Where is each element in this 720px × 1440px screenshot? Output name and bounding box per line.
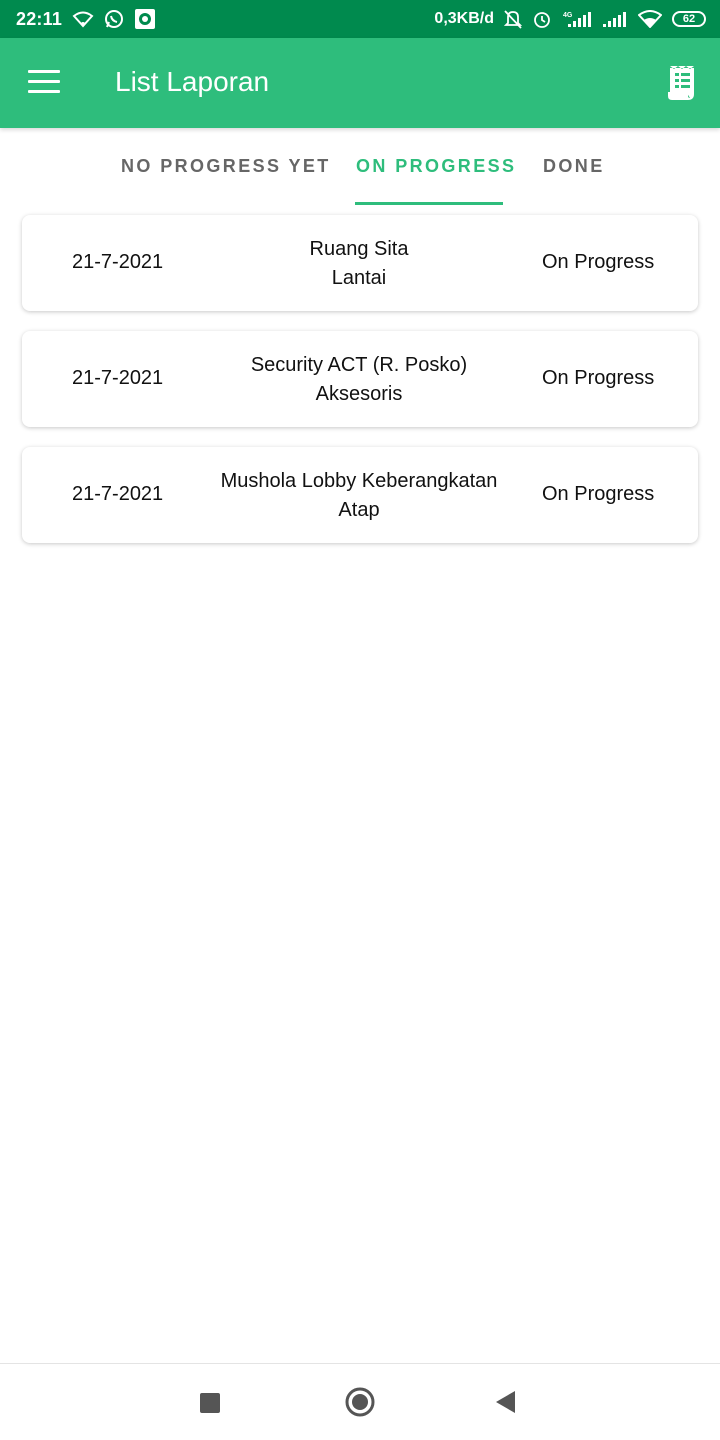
status-time: 22:11 <box>16 8 63 29</box>
signal-icon <box>602 10 628 28</box>
svg-text:4G: 4G <box>563 12 573 19</box>
report-status: On Progress <box>542 367 655 389</box>
wifi-icon <box>638 10 662 28</box>
signal-4g-icon: 4G <box>562 10 592 28</box>
tab-indicator <box>355 202 503 205</box>
alarm-icon <box>532 9 552 29</box>
tab-bar: NO PROGRESS YET ON PROGRESS DONE <box>0 128 720 206</box>
report-date: 21-7-2021 <box>72 251 164 273</box>
hamburger-menu-icon[interactable] <box>28 70 62 96</box>
report-status: On Progress <box>542 251 655 273</box>
report-card[interactable]: 21-7-2021 Mushola Lobby Keberangkatan At… <box>22 447 698 543</box>
report-location: Security ACT (R. Posko) <box>250 354 468 376</box>
report-date: 21-7-2021 <box>72 367 164 389</box>
report-location: Mushola Lobby Keberangkatan <box>220 470 498 492</box>
report-category: Atap <box>338 499 380 521</box>
wifi-icon <box>72 10 94 28</box>
page-title: List Laporan <box>115 66 270 97</box>
report-date: 21-7-2021 <box>72 483 164 505</box>
network-speed: 0,3KB/d <box>434 10 494 27</box>
system-nav-bar <box>0 1363 720 1440</box>
report-place: Ruang Sita Lantai <box>212 235 506 293</box>
tab-done[interactable]: DONE <box>543 156 605 177</box>
tab-no-progress-yet[interactable]: NO PROGRESS YET <box>121 156 331 177</box>
report-card[interactable]: 21-7-2021 Ruang Sita Lantai On Progress <box>22 215 698 311</box>
report-place: Security ACT (R. Posko) Aksesoris <box>212 351 506 409</box>
tab-on-progress[interactable]: ON PROGRESS <box>356 156 516 177</box>
recents-icon[interactable] <box>199 1392 221 1419</box>
whatsapp-icon <box>104 9 124 29</box>
app-bar: List Laporan <box>0 38 720 128</box>
battery-icon: 62 <box>672 11 706 27</box>
mute-bell-icon <box>504 9 522 29</box>
camera-icon <box>134 8 156 30</box>
back-icon[interactable] <box>494 1390 516 1419</box>
report-status: On Progress <box>542 483 655 505</box>
report-category: Lantai <box>331 267 387 289</box>
status-bar-right: 0,3KB/d 4G 62 <box>434 9 706 29</box>
report-location: Ruang Sita <box>309 238 409 260</box>
report-place: Mushola Lobby Keberangkatan Atap <box>212 467 506 525</box>
report-icon[interactable] <box>666 64 698 102</box>
status-bar-left: 22:11 <box>16 8 156 30</box>
report-category: Aksesoris <box>315 383 403 405</box>
status-bar: 22:11 0,3KB/d 4G 62 <box>0 0 720 38</box>
home-icon[interactable] <box>344 1386 376 1423</box>
report-card[interactable]: 21-7-2021 Security ACT (R. Posko) Akseso… <box>22 331 698 427</box>
